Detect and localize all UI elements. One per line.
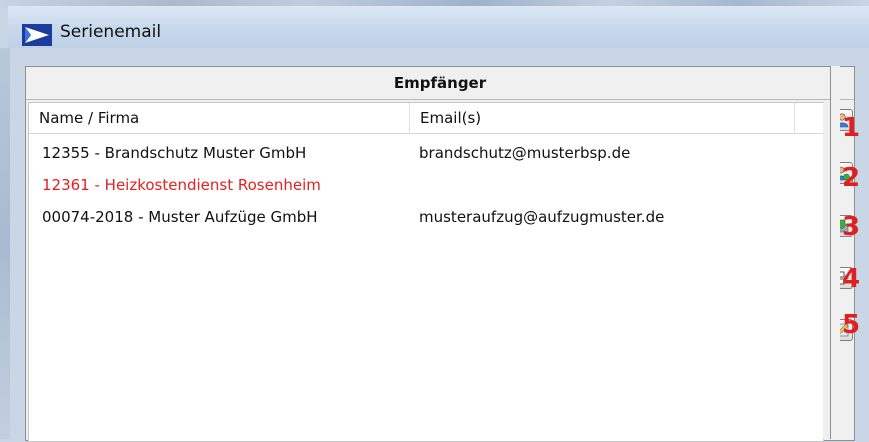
table-row[interactable]: 12361 - Heizkostendienst Rosenheim <box>29 172 823 204</box>
column-headers: Name / Firma Email(s) <box>29 103 823 134</box>
annotation-number: 2 <box>842 163 861 193</box>
panel-divider <box>830 66 840 439</box>
recipients-panel: Empfänger Name / Firma Email(s) 12355 - … <box>25 66 855 442</box>
recipients-list[interactable]: Name / Firma Email(s) 12355 - Brandschut… <box>28 102 824 442</box>
row-name: 12361 - Heizkostendienst Rosenheim <box>42 176 321 194</box>
row-email: musteraufzug@aufzugmuster.de <box>419 208 665 226</box>
row-name: 00074-2018 - Muster Aufzüge GmbH <box>42 208 318 226</box>
row-email: brandschutz@musterbsp.de <box>419 144 631 162</box>
annotation-number: 1 <box>842 113 861 143</box>
table-row[interactable]: 12355 - Brandschutz Muster GmbH brandsch… <box>29 140 823 172</box>
annotation-number: 4 <box>842 264 861 294</box>
serienemail-app-icon <box>22 24 52 46</box>
annotation-number: 3 <box>842 212 861 242</box>
row-name: 12355 - Brandschutz Muster GmbH <box>42 144 307 162</box>
recipient-rows: 12355 - Brandschutz Muster GmbH brandsch… <box>29 140 823 234</box>
panel-header: Empfänger <box>26 67 854 100</box>
column-header-email[interactable]: Email(s) <box>410 103 795 133</box>
annotation-number: 5 <box>842 310 861 340</box>
title-bar[interactable]: Serienemail <box>8 6 869 48</box>
window-title: Serienemail <box>60 22 162 42</box>
background-window-edge <box>0 48 10 439</box>
table-row[interactable]: 00074-2018 - Muster Aufzüge GmbH mustera… <box>29 204 823 234</box>
column-header-name[interactable]: Name / Firma <box>29 103 410 133</box>
